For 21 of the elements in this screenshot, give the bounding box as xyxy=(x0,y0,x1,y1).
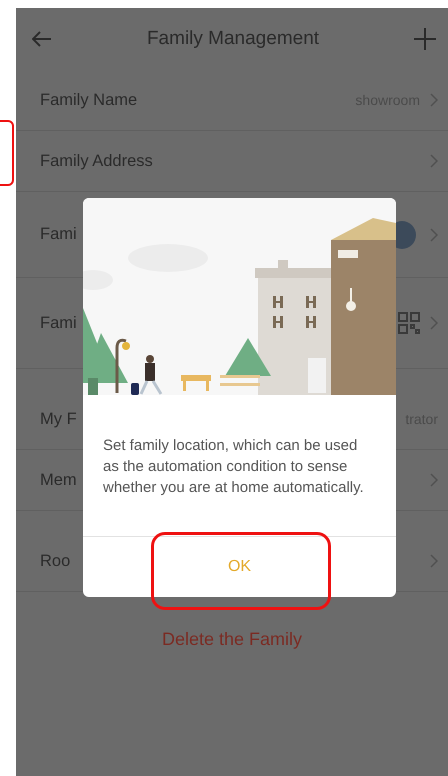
chevron-right-icon xyxy=(430,228,438,242)
qr-code-icon xyxy=(398,312,420,334)
plus-icon[interactable] xyxy=(414,28,436,50)
row-label: Fami xyxy=(40,314,77,332)
dialog-message: Set family location, which can be used as the automation condition to sense whether you are at home automatically. xyxy=(103,436,365,498)
chevron-right-icon xyxy=(430,473,438,487)
screen-title: Family Management xyxy=(146,28,320,50)
ok-button[interactable]: OK xyxy=(83,537,396,597)
chevron-right-icon xyxy=(430,154,438,168)
back-arrow-icon[interactable] xyxy=(32,31,52,47)
delete-family-button[interactable]: Delete the Family xyxy=(156,628,308,651)
row-label: Family Name xyxy=(40,90,138,110)
row-label: Mem xyxy=(40,470,77,490)
chevron-right-icon xyxy=(430,93,438,107)
chevron-right-icon xyxy=(430,316,438,330)
settings-row[interactable]: Family Address xyxy=(16,131,448,192)
row-label: Fami xyxy=(40,225,77,244)
row-label: Roo xyxy=(40,552,70,570)
row-label: My F xyxy=(40,410,77,428)
chevron-right-icon xyxy=(430,554,438,568)
row-label: Family Address xyxy=(40,152,153,170)
